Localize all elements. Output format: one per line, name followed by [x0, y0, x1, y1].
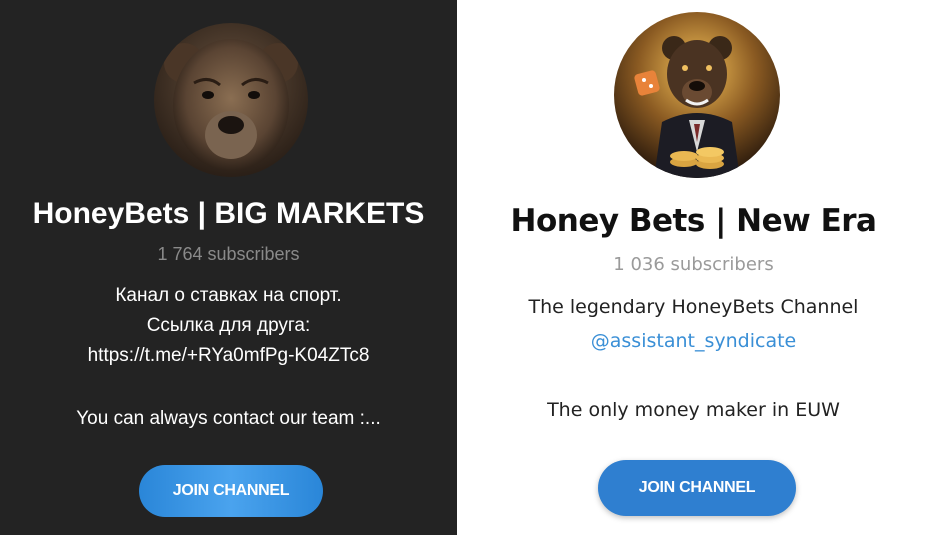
description-line: The legendary HoneyBets Channel [528, 296, 859, 318]
description-line: The only money maker in EUW [547, 399, 840, 421]
channel-avatar[interactable] [154, 23, 308, 177]
description-line: You can always contact our team :... [76, 408, 381, 429]
invite-link-text: https://t.me/+RYa0mfPg-K04ZTc8 [87, 345, 370, 366]
channel-avatar[interactable] [614, 12, 780, 178]
join-channel-button[interactable]: JOIN CHANNEL [598, 460, 796, 516]
subscriber-count: 1 036 subscribers [613, 254, 774, 275]
assistant-mention-link[interactable]: @assistant_syndicate [457, 330, 930, 352]
channel-title: HoneyBets | BIG MARKETS [32, 197, 425, 230]
subscriber-count: 1 764 subscribers [157, 244, 300, 264]
channel-title: Honey Bets | New Era [510, 203, 877, 239]
left-channel-card: HoneyBets | BIG MARKETS 1 764 subscriber… [0, 0, 457, 535]
bear-head-icon [154, 23, 308, 177]
description-line: Ссылка для друга: [146, 315, 311, 336]
bear-in-suit-with-dice-icon [614, 12, 780, 178]
right-channel-card: Honey Bets | New Era 1 036 subscribers T… [457, 0, 930, 535]
join-channel-button[interactable]: JOIN CHANNEL [139, 465, 323, 517]
description-line: Канал о ставках на спорт. [115, 285, 342, 306]
